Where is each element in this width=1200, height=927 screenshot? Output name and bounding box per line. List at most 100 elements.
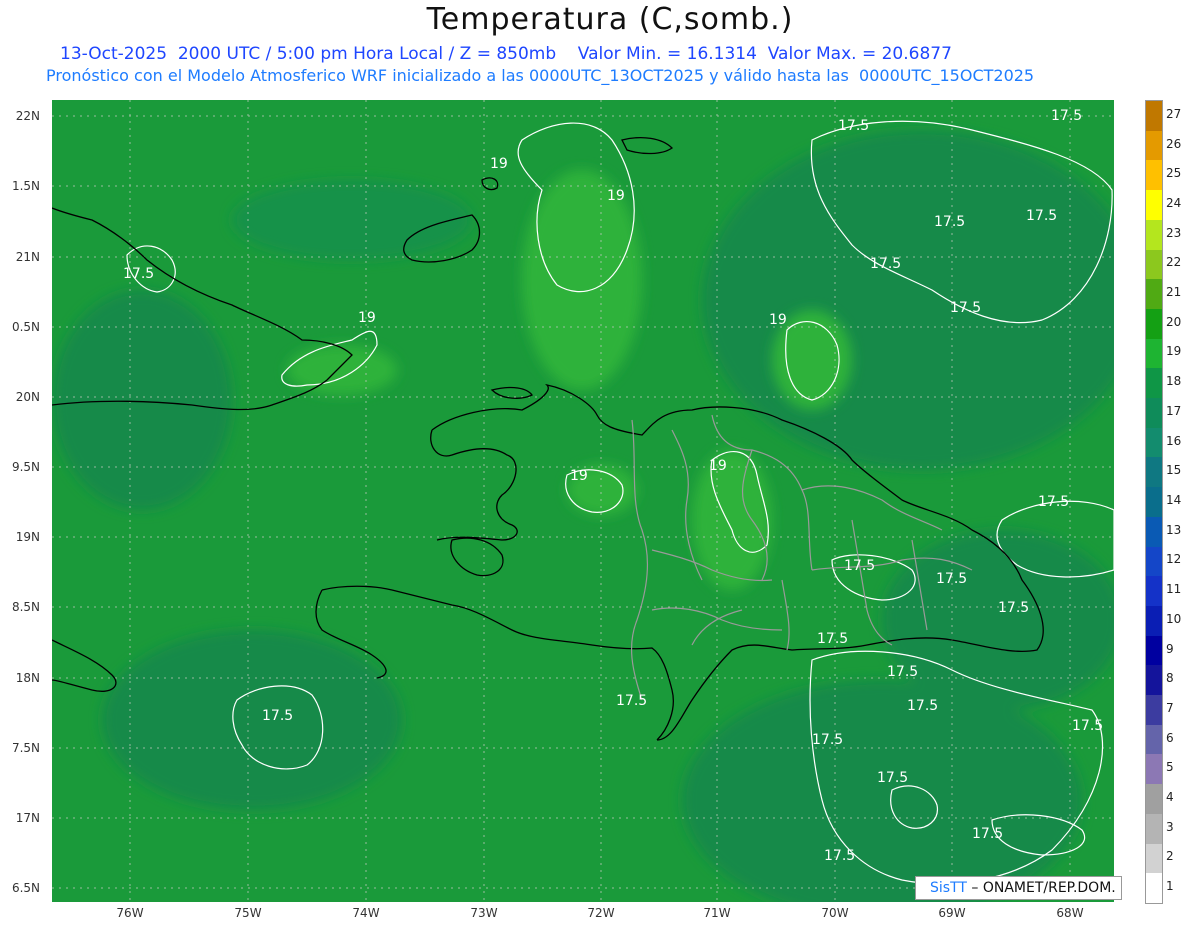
color-bar-label: 20 [1166, 314, 1182, 329]
color-bar-label: 27 [1166, 106, 1182, 121]
ytick-label: 21N [15, 250, 40, 264]
ytick-label: 17N [15, 811, 40, 825]
contour-label: 19 [709, 458, 727, 474]
color-bar-segment [1146, 813, 1162, 844]
color-bar-label: 3 [1166, 819, 1174, 834]
color-bar-label: 14 [1166, 493, 1182, 507]
color-bar-label: 12 [1166, 552, 1182, 567]
contour-label: 17.5 [838, 118, 869, 134]
color-bar-label: 18 [1166, 374, 1182, 389]
color-bar-label: 23 [1166, 225, 1182, 240]
color-bar-label: 4 [1166, 790, 1174, 805]
color-bar-label: 5 [1166, 760, 1174, 775]
color-bar-segment [1146, 308, 1162, 339]
color-bar-label: 26 [1166, 136, 1182, 151]
color-bar-label: 8 [1166, 671, 1174, 686]
contour-label: 17.5 [934, 214, 965, 230]
color-bar-segment [1146, 219, 1162, 250]
ytick-label: 19N [15, 530, 40, 544]
color-bar-segment [1146, 160, 1162, 191]
contour-label: 17.5 [998, 600, 1029, 616]
color-bar-label: 25 [1166, 166, 1182, 181]
color-bar-segment [1146, 546, 1162, 577]
xtick-label: 70W [821, 906, 849, 920]
logo-sis: SisTT [930, 880, 967, 896]
xtick-label: 71W [703, 906, 731, 920]
color-bar-segment [1146, 576, 1162, 606]
color-bar-segment [1146, 130, 1162, 161]
temperature-map: 19 19 19 19 19 19 17.5 17.5 17.5 17.5 17… [52, 100, 1114, 902]
color-bar-segment [1146, 249, 1162, 280]
contour-label: 19 [769, 312, 787, 328]
color-bar-label: 13 [1166, 522, 1182, 537]
ytick-label: 22N [15, 109, 40, 123]
ytick-label: 1.5N [11, 179, 40, 193]
color-bar-label: 22 [1166, 255, 1182, 270]
contour-label: 17.5 [972, 826, 1003, 842]
color-bar-segment [1146, 101, 1162, 131]
color-bar-segment [1146, 516, 1162, 547]
xtick-label: 74W [352, 906, 380, 920]
ytick-label: 8.5N [11, 600, 40, 614]
color-bar-segment [1146, 784, 1162, 814]
color-bar-segment [1146, 457, 1162, 488]
contour-label: 17.5 [907, 698, 938, 714]
contour-label: 17.5 [262, 708, 293, 724]
contour-label: 19 [607, 188, 625, 204]
color-bar-segment [1146, 665, 1162, 696]
contour-label: 17.5 [1026, 208, 1057, 224]
onamet-logo: SisTT – ONAMET/REP.DOM. [915, 876, 1122, 900]
contour-label: 17.5 [1051, 108, 1082, 124]
xtick-label: 68W [1056, 906, 1084, 920]
color-bar-label: 16 [1166, 433, 1182, 448]
color-bar-segment [1146, 695, 1162, 725]
subtitle-date-level: 13-Oct-2025 2000 UTC / 5:00 pm Hora Loca… [60, 44, 952, 64]
color-bar-segment [1146, 368, 1162, 399]
ytick-label: 20N [15, 390, 40, 404]
contour-label: 17.5 [870, 256, 901, 272]
color-bar-label: 15 [1166, 463, 1182, 478]
xtick-label: 76W [116, 906, 144, 920]
color-bar-label: 7 [1166, 700, 1174, 715]
color-bar-segment [1146, 190, 1162, 220]
ytick-label: 6.5N [11, 881, 40, 895]
color-bar-label: 11 [1166, 582, 1182, 597]
contour-label: 17.5 [936, 571, 967, 587]
contour-label: 17.5 [1072, 718, 1103, 734]
ytick-label: 0.5N [11, 320, 40, 334]
color-bar-label: 19 [1166, 344, 1182, 359]
color-bar-label: 2 [1166, 849, 1174, 864]
logo-text: – ONAMET/REP.DOM. [971, 880, 1116, 896]
color-bar-segment [1146, 338, 1162, 369]
contour-label: 17.5 [887, 664, 918, 680]
contour-label: 17.5 [950, 300, 981, 316]
xtick-label: 75W [234, 906, 262, 920]
xtick-label: 69W [938, 906, 966, 920]
color-bar-label: 21 [1166, 285, 1182, 300]
color-bar-segment [1146, 635, 1162, 666]
color-bar-label: 6 [1166, 730, 1174, 745]
color-bar-segment [1146, 398, 1162, 428]
color-bar-segment [1146, 843, 1162, 874]
color-bar-segment [1146, 873, 1162, 903]
color-bar-segment [1146, 487, 1162, 517]
color-bar-segment [1146, 279, 1162, 309]
contour-label: 17.5 [812, 732, 843, 748]
color-bar-label: 10 [1166, 611, 1182, 626]
xtick-label: 72W [587, 906, 615, 920]
color-bar-label: 17 [1166, 403, 1182, 418]
contour-label: 19 [358, 310, 376, 326]
contour-label: 17.5 [1038, 494, 1069, 510]
contour-label: 19 [570, 468, 588, 484]
contour-label: 17.5 [616, 693, 647, 709]
ytick-label: 18N [15, 671, 40, 685]
contour-label: 17.5 [817, 631, 848, 647]
contour-label: 19 [490, 156, 508, 172]
contour-label: 17.5 [877, 770, 908, 786]
color-bar-segment [1146, 754, 1162, 785]
color-bar-segment [1146, 427, 1162, 458]
ytick-label: 7.5N [11, 741, 40, 755]
map-title: Temperatura (C,somb.) [426, 2, 794, 37]
color-bar [1145, 100, 1163, 904]
color-bar-label: 1 [1166, 879, 1174, 894]
